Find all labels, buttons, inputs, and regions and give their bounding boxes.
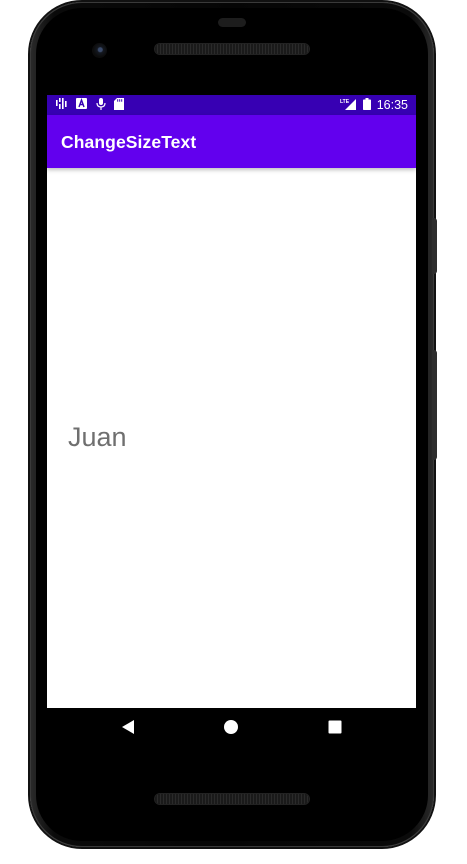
back-button[interactable] (117, 718, 139, 740)
app-title: ChangeSizeText (61, 132, 197, 152)
home-button[interactable] (220, 718, 242, 740)
name-text: Juan (68, 422, 127, 452)
microphone-icon (96, 97, 106, 113)
svg-text:LTE: LTE (340, 99, 350, 105)
top-speaker-grille (155, 44, 309, 54)
volume-button (432, 218, 437, 274)
recents-button[interactable] (324, 718, 346, 740)
earpiece (218, 18, 246, 27)
recents-icon (328, 720, 342, 739)
lte-signal-icon: LTE (340, 98, 357, 113)
sd-card-icon (114, 97, 124, 113)
back-icon (121, 719, 135, 740)
device-screen: LTE 16:35 ChangeSizeText Juan (47, 95, 416, 708)
text-a-icon (76, 97, 88, 112)
signal-bars-icon (56, 98, 68, 112)
bottom-speaker-grille (155, 794, 309, 804)
status-time: 16:35 (376, 98, 408, 112)
battery-icon (362, 97, 371, 113)
app-bar: ChangeSizeText (47, 115, 416, 168)
home-icon (223, 719, 239, 740)
status-system-icons: LTE 16:35 (340, 97, 408, 113)
navigation-bar (47, 708, 416, 750)
status-notification-icons (56, 97, 124, 113)
status-bar: LTE 16:35 (47, 95, 416, 115)
power-button (432, 350, 437, 460)
front-camera (92, 43, 107, 58)
